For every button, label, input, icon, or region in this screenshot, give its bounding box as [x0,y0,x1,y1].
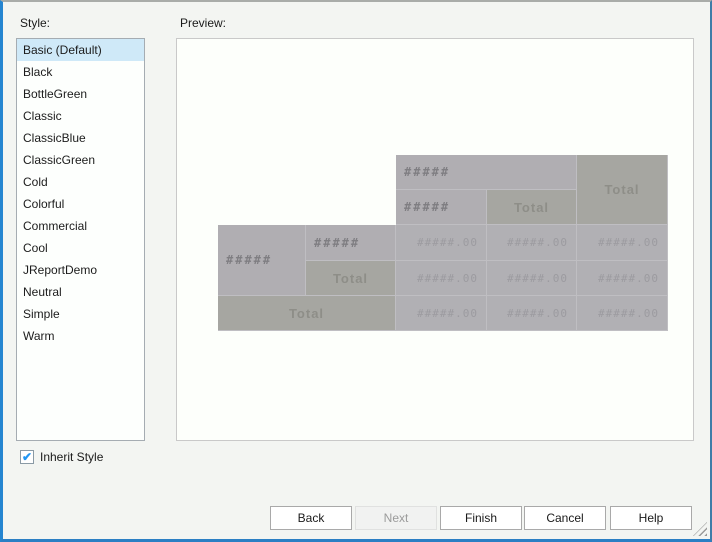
data-placeholder-text: #####.00 [487,236,576,249]
crosstab-grand-total-col-header: Total [577,155,668,225]
style-item-simple[interactable]: Simple [17,303,144,325]
data-placeholder-text: #####.00 [577,236,667,249]
total-label: Total [218,306,395,321]
crosstab-grand-total-row-header: Total [218,296,396,331]
crosstab-data-cell: #####.00 [396,296,487,331]
help-button[interactable]: Help [610,506,692,530]
style-listbox[interactable]: Basic (Default) Black BottleGreen Classi… [16,38,145,441]
style-item-classicgreen[interactable]: ClassicGreen [17,149,144,171]
preview-section-label: Preview: [180,16,226,30]
crosstab-col-group-header: ##### [396,155,577,190]
style-item-jreportdemo[interactable]: JReportDemo [17,259,144,281]
data-placeholder-text: #####.00 [577,272,667,285]
total-label: Total [487,200,576,215]
data-placeholder-text: #####.00 [396,236,486,249]
data-placeholder-text: #####.00 [396,272,486,285]
style-wizard-dialog: Style: Preview: Basic (Default) Black Bo… [0,0,712,542]
placeholder-text: ##### [396,200,450,214]
data-placeholder-text: #####.00 [396,307,486,320]
data-placeholder-text: #####.00 [577,307,667,320]
crosstab-data-cell: #####.00 [577,296,668,331]
crosstab-data-cell: #####.00 [487,296,577,331]
crosstab-data-cell: #####.00 [577,261,668,296]
style-item-cold[interactable]: Cold [17,171,144,193]
checkmark-icon: ✔ [22,451,32,463]
cancel-button[interactable]: Cancel [524,506,606,530]
placeholder-text: ##### [306,236,360,250]
resize-grip[interactable] [693,522,707,536]
crosstab-row-header: ##### [306,225,396,261]
crosstab-col-header: ##### [396,190,487,225]
style-item-cool[interactable]: Cool [17,237,144,259]
style-preview-panel: ##### Total ##### Total ##### ##### Tota… [176,38,694,441]
inherit-style-row: ✔ Inherit Style [20,450,103,464]
finish-button[interactable]: Finish [440,506,522,530]
style-section-label: Style: [20,16,50,30]
style-item-neutral[interactable]: Neutral [17,281,144,303]
style-item-basic-default[interactable]: Basic (Default) [17,39,144,61]
style-item-warm[interactable]: Warm [17,325,144,347]
crosstab-data-cell: #####.00 [487,261,577,296]
next-button[interactable]: Next [355,506,437,530]
placeholder-text: ##### [218,253,272,267]
inherit-style-label: Inherit Style [40,450,103,464]
crosstab-row-group-header: ##### [218,225,306,296]
style-item-colorful[interactable]: Colorful [17,193,144,215]
crosstab-data-cell: #####.00 [577,225,668,261]
data-placeholder-text: #####.00 [487,307,576,320]
style-item-classic[interactable]: Classic [17,105,144,127]
style-item-commercial[interactable]: Commercial [17,215,144,237]
crosstab-data-cell: #####.00 [396,225,487,261]
crosstab-data-cell: #####.00 [396,261,487,296]
crosstab-col-subtotal-header: Total [487,190,577,225]
inherit-style-checkbox[interactable]: ✔ [20,450,34,464]
total-label: Total [577,182,667,197]
style-item-classicblue[interactable]: ClassicBlue [17,127,144,149]
placeholder-text: ##### [396,165,450,179]
total-label: Total [306,271,395,286]
crosstab-data-cell: #####.00 [487,225,577,261]
style-item-bottlegreen[interactable]: BottleGreen [17,83,144,105]
style-item-black[interactable]: Black [17,61,144,83]
crosstab-row-subtotal-header: Total [306,261,396,296]
back-button[interactable]: Back [270,506,352,530]
data-placeholder-text: #####.00 [487,272,576,285]
